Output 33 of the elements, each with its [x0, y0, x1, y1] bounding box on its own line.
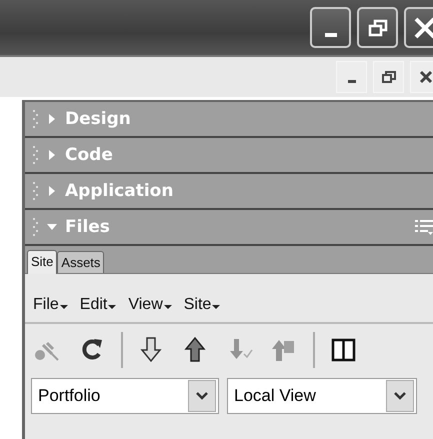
dropdown-arrow-button[interactable]: [386, 380, 414, 412]
expanded-triangle-icon: [47, 222, 57, 232]
grip-icon: [33, 109, 39, 129]
chevron-down-icon: [394, 392, 406, 400]
menu-button[interactable]: View: [128, 296, 172, 314]
site-dropdown[interactable]: Portfolio: [31, 378, 219, 414]
caret-icon: [108, 304, 116, 310]
menu-button[interactable]: File: [33, 296, 68, 314]
caret-icon: [212, 304, 220, 310]
view-dropdown[interactable]: Local View: [227, 378, 417, 414]
caret-icon: [60, 304, 68, 310]
dropdown-arrow-button[interactable]: [188, 380, 216, 412]
close-button[interactable]: [404, 7, 433, 48]
minimize-button[interactable]: [310, 7, 351, 48]
grip-icon: [33, 145, 39, 165]
restore-icon: [382, 70, 396, 84]
collapsed-triangle-icon: [47, 186, 57, 196]
grip-icon: [33, 217, 39, 237]
tab[interactable]: Assets: [57, 251, 104, 273]
collapsed-triangle-icon: [47, 150, 57, 160]
restore-button[interactable]: [357, 7, 398, 48]
grip-icon: [33, 181, 39, 201]
tab[interactable]: Site: [27, 250, 58, 274]
collapsed-triangle-icon: [47, 114, 57, 124]
menu-button[interactable]: Site: [184, 296, 220, 314]
caret-icon: [164, 304, 172, 310]
close-icon: [412, 16, 433, 40]
menu-button[interactable]: Edit: [80, 296, 116, 314]
chevron-down-icon: [196, 392, 208, 400]
minimize-icon: [348, 80, 356, 82]
options-menu-icon: [415, 218, 433, 236]
minimize-icon: [324, 32, 336, 36]
close-icon: [418, 70, 432, 84]
